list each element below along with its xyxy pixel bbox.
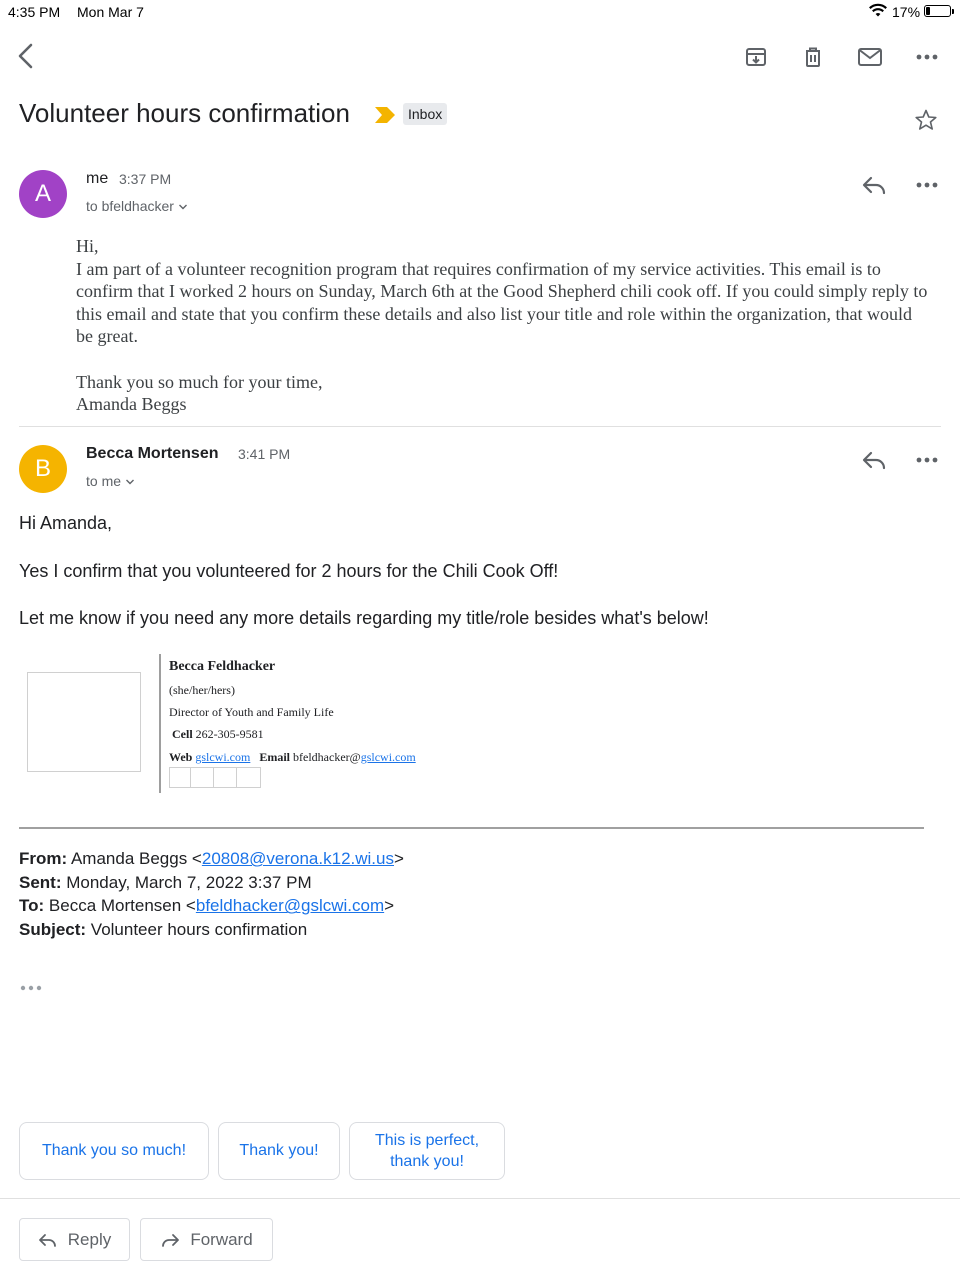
trash-icon[interactable] bbox=[797, 41, 829, 73]
archive-icon[interactable] bbox=[740, 41, 772, 73]
chevron-down-icon bbox=[178, 204, 187, 210]
social-icon[interactable] bbox=[169, 767, 191, 788]
battery-percent: 17% bbox=[892, 4, 921, 20]
recipient-text: to me bbox=[86, 473, 122, 489]
sent-value: Monday, March 7, 2022 3:37 PM bbox=[66, 872, 312, 892]
web-link[interactable]: gslcwi.com bbox=[195, 750, 250, 764]
sender-name: me bbox=[86, 170, 109, 187]
from-close: > bbox=[393, 849, 404, 868]
signature-title: Director of Youth and Family Life bbox=[169, 705, 334, 719]
signature-cell: Cell 262-305-9581 bbox=[172, 727, 264, 742]
more-horizontal-icon[interactable] bbox=[911, 444, 943, 476]
subject-label: Subject: bbox=[19, 920, 87, 940]
sender-name: Becca Mortensen bbox=[86, 445, 219, 462]
from-name: Amanda Beggs < bbox=[70, 849, 202, 868]
more-horizontal-icon[interactable] bbox=[911, 41, 943, 73]
reply-greeting: Hi Amanda, bbox=[19, 513, 113, 533]
smart-reply-chip[interactable]: Thank you so much! bbox=[19, 1122, 209, 1180]
avatar[interactable]: A bbox=[19, 170, 67, 218]
signature-web-email: Web gslcwi.com Email bfeldhacker@gslcwi.… bbox=[169, 750, 416, 765]
cell-number[interactable]: 262-305-9581 bbox=[196, 727, 264, 741]
sent-label: Sent: bbox=[19, 872, 62, 892]
from-email-link[interactable]: 20808@verona.k12.wi.us bbox=[202, 849, 394, 868]
forward-button[interactable]: Forward bbox=[140, 1218, 273, 1261]
star-icon[interactable] bbox=[910, 104, 942, 136]
avatar-letter: B bbox=[34, 455, 51, 482]
wifi-icon bbox=[868, 2, 888, 21]
message-body: Hi, I am part of a volunteer recognition… bbox=[76, 235, 931, 416]
from-label: From: bbox=[19, 849, 68, 868]
reply-icon[interactable] bbox=[858, 169, 890, 201]
social-icons bbox=[169, 767, 261, 788]
quote-separator bbox=[19, 827, 924, 829]
status-bar: 4:35 PM Mon Mar 7 17% bbox=[0, 0, 960, 24]
message-time: 3:41 PM bbox=[238, 446, 291, 462]
recipient-line[interactable]: to bfeldhacker bbox=[86, 198, 188, 214]
chevron-down-icon bbox=[125, 479, 134, 485]
email-label: Email bbox=[259, 750, 291, 764]
to-email-link[interactable]: bfeldhacker@gslcwi.com bbox=[196, 896, 384, 915]
recipient-line[interactable]: to me bbox=[86, 473, 135, 489]
email-domain-link[interactable]: gslcwi.com bbox=[361, 750, 416, 764]
signature-divider bbox=[159, 654, 161, 793]
status-time: 4:35 PM bbox=[8, 4, 61, 20]
subject-value: Volunteer hours confirmation bbox=[90, 920, 308, 940]
reply-icon bbox=[38, 1233, 56, 1247]
avatar[interactable]: B bbox=[19, 445, 67, 493]
show-trimmed-content-icon[interactable] bbox=[19, 979, 43, 997]
social-icon[interactable] bbox=[214, 767, 237, 788]
body-paragraph: I am part of a volunteer recognition pro… bbox=[76, 258, 928, 347]
signature-pronouns: (she/her/hers) bbox=[169, 683, 235, 697]
divider bbox=[19, 426, 941, 427]
reply-icon[interactable] bbox=[858, 444, 890, 476]
reply-line-1: Yes I confirm that you volunteered for 2… bbox=[19, 561, 559, 581]
to-name: Becca Mortensen < bbox=[48, 896, 196, 916]
mail-icon[interactable] bbox=[854, 41, 886, 73]
body-closing: Thank you so much for your time, bbox=[76, 371, 323, 392]
thread-subject: Volunteer hours confirmation bbox=[19, 98, 350, 128]
signature-name: Becca Feldhacker bbox=[169, 659, 276, 674]
web-label: Web bbox=[169, 750, 193, 764]
body-signoff: Amanda Beggs bbox=[76, 394, 187, 415]
forward-label: Forward bbox=[190, 1229, 253, 1249]
social-icon[interactable] bbox=[237, 767, 261, 788]
smart-reply-chip[interactable]: This is perfect, thank you! bbox=[349, 1122, 505, 1180]
reply-line-2: Let me know if you need any more details… bbox=[19, 608, 709, 628]
battery-icon bbox=[924, 5, 954, 17]
body-greeting: Hi, bbox=[76, 236, 99, 256]
reply-button[interactable]: Reply bbox=[19, 1218, 130, 1261]
important-marker-icon[interactable] bbox=[374, 106, 396, 129]
cell-label: Cell bbox=[172, 727, 193, 741]
status-date: Mon Mar 7 bbox=[77, 4, 144, 20]
to-close: > bbox=[384, 896, 395, 916]
signature-image-placeholder bbox=[27, 672, 141, 772]
recipient-text: to bfeldhacker bbox=[86, 198, 174, 214]
to-label: To: bbox=[19, 896, 45, 916]
label-badge[interactable]: Inbox bbox=[403, 103, 448, 125]
back-arrow-icon[interactable] bbox=[10, 40, 42, 72]
quoted-header: From: Amanda Beggs <20808@verona.k12.wi.… bbox=[19, 847, 404, 942]
smart-reply-chip[interactable]: Thank you! bbox=[218, 1122, 340, 1180]
bottom-divider bbox=[0, 1198, 960, 1199]
avatar-letter: A bbox=[34, 180, 51, 207]
email-user: bfeldhacker@ bbox=[293, 750, 361, 764]
more-horizontal-icon[interactable] bbox=[911, 169, 943, 201]
forward-icon bbox=[162, 1233, 180, 1247]
reply-label: Reply bbox=[67, 1229, 112, 1249]
social-icon[interactable] bbox=[191, 767, 214, 788]
message-time: 3:37 PM bbox=[119, 171, 172, 187]
